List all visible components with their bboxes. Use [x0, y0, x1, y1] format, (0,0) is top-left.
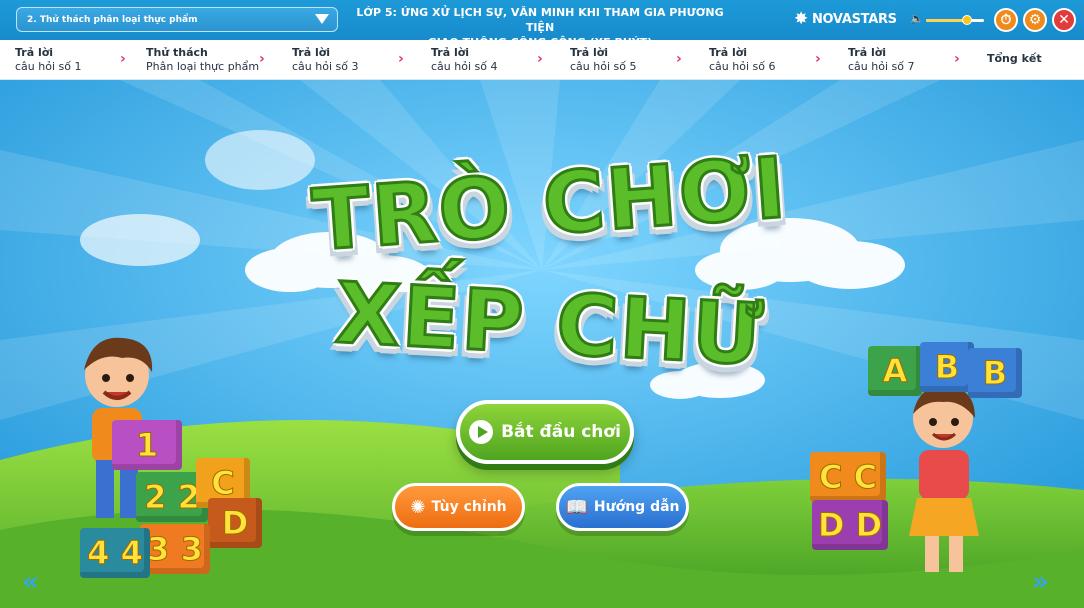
- block-letter: 3: [180, 530, 203, 569]
- step-sublabel: câu hỏi số 7: [848, 60, 915, 73]
- lesson-select-value: 2. Thử thách phân loại thực phẩm: [27, 14, 198, 25]
- chevron-right-icon: ›: [120, 51, 126, 67]
- step-sublabel: câu hỏi số 5: [570, 60, 637, 73]
- settings-button[interactable]: ⚙: [1023, 8, 1047, 32]
- chevron-right-icon: ›: [954, 51, 960, 67]
- start-game-button[interactable]: Bắt đầu chơi: [456, 400, 634, 464]
- close-icon: ✕: [1058, 12, 1070, 28]
- volume-control[interactable]: 🔈: [910, 12, 984, 28]
- block-letter: A: [882, 352, 908, 391]
- chevron-right-icon: ›: [815, 51, 821, 67]
- letter-block: D D: [812, 500, 888, 550]
- block-letter: D: [221, 504, 249, 543]
- star-icon: ✸: [794, 9, 808, 29]
- step-item-1[interactable]: Trả lời câu hỏi số 1: [15, 46, 81, 74]
- chevron-right-icon: ›: [537, 51, 543, 67]
- brand-name: NOVASTARS: [811, 12, 897, 27]
- block-letter: 4: [87, 534, 110, 573]
- lesson-select-dropdown[interactable]: 2. Thử thách phân loại thực phẩm: [16, 7, 338, 32]
- block-letter: C: [853, 458, 878, 497]
- letter-block: C C: [810, 452, 886, 502]
- chevron-right-icon: ›: [259, 51, 265, 67]
- letter-block: 1: [112, 420, 182, 470]
- steps-nav: Trả lời câu hỏi số 1 › Thử thách Phân lo…: [0, 40, 1084, 80]
- volume-fill: [926, 19, 967, 22]
- chevron-right-icon: ›: [398, 51, 404, 67]
- game-title-line1: TRÒ CHƠI: [308, 137, 792, 271]
- letter-block: B: [920, 342, 974, 392]
- gear-icon: ⚙: [1028, 12, 1042, 28]
- next-page-button[interactable]: »: [1032, 567, 1049, 597]
- guide-button[interactable]: 📖 Hướng dẫn: [556, 483, 689, 531]
- block-letter: D: [817, 506, 845, 545]
- letter-block: 4 4: [80, 528, 150, 578]
- timer-button[interactable]: ⏱: [994, 8, 1018, 32]
- step-item-4[interactable]: Trả lời câu hỏi số 4: [431, 46, 497, 74]
- block-letter: B: [934, 348, 960, 387]
- step-item-6[interactable]: Trả lời câu hỏi số 6: [709, 46, 775, 74]
- close-button[interactable]: ✕: [1052, 8, 1076, 32]
- step-label: Trả lời: [709, 46, 748, 59]
- lesson-title-line1: LỚP 5: ỨNG XỬ LỊCH SỰ, VĂN MINH KHI THAM…: [356, 6, 724, 34]
- block-letter: C: [818, 458, 843, 497]
- game-scene: TRÒ CHƠI XẾP CHỮ Bắt đầu chơi ✺ Tùy chỉn…: [0, 80, 1084, 608]
- step-item-3[interactable]: Trả lời câu hỏi số 3: [292, 46, 358, 74]
- step-label: Thử thách: [146, 46, 208, 59]
- letter-block: D: [208, 498, 262, 548]
- block-letter: 4: [120, 534, 143, 573]
- brand-logo: ✸ NOVASTARS: [794, 11, 897, 28]
- step-label: Trả lời: [570, 46, 609, 59]
- block-letter: B: [982, 354, 1008, 393]
- step-sublabel: câu hỏi số 4: [431, 60, 498, 73]
- step-item-2[interactable]: Thử thách Phân loại thực phẩm: [146, 46, 259, 74]
- chevron-right-icon: ›: [676, 51, 682, 67]
- book-icon: 📖: [565, 496, 588, 518]
- girl-illustration: [909, 385, 979, 572]
- step-item-7[interactable]: Trả lời câu hỏi số 7: [848, 46, 914, 74]
- top-bar: 2. Thử thách phân loại thực phẩm LỚP 5: …: [0, 0, 1084, 49]
- game-title-line2: XẾP CHỮ: [332, 262, 769, 385]
- block-letter: 1: [135, 426, 159, 465]
- block-letter: 2: [144, 478, 167, 517]
- step-sublabel: Phân loại thực phẩm: [146, 60, 260, 73]
- customize-button[interactable]: ✺ Tùy chỉnh: [392, 483, 525, 531]
- step-label: Trả lời: [431, 46, 470, 59]
- play-icon: [469, 420, 494, 444]
- block-letter: C: [211, 464, 236, 503]
- double-chevron-left-icon: «: [22, 567, 39, 597]
- guide-label: Hướng dẫn: [593, 499, 680, 515]
- step-sublabel: câu hỏi số 6: [709, 60, 776, 73]
- double-chevron-right-icon: »: [1032, 567, 1049, 597]
- stopwatch-icon: ⏱: [1000, 12, 1012, 28]
- step-label: Trả lời: [15, 46, 54, 59]
- step-sublabel: câu hỏi số 3: [292, 60, 359, 73]
- step-item-5[interactable]: Trả lời câu hỏi số 5: [570, 46, 636, 74]
- start-game-label: Bắt đầu chơi: [501, 422, 621, 442]
- block-letter: 3: [147, 530, 170, 569]
- speaker-icon[interactable]: 🔈: [910, 12, 924, 25]
- block-letter: D: [855, 506, 883, 545]
- game-title: TRÒ CHƠI XẾP CHỮ: [300, 135, 800, 405]
- customize-label: Tùy chỉnh: [431, 499, 507, 515]
- sun-gear-icon: ✺: [410, 496, 426, 518]
- step-label: Trả lời: [292, 46, 331, 59]
- chevron-down-icon: [315, 14, 329, 24]
- step-item-summary[interactable]: Tổng kết: [987, 52, 1042, 66]
- step-label: Tổng kết: [987, 52, 1042, 65]
- letter-block: A: [868, 346, 922, 396]
- letter-block: 3 3: [140, 524, 210, 574]
- step-sublabel: câu hỏi số 1: [15, 60, 82, 73]
- previous-page-button[interactable]: «: [22, 567, 39, 597]
- letter-block: B: [968, 348, 1022, 398]
- volume-slider-handle[interactable]: [961, 15, 972, 25]
- step-label: Trả lời: [848, 46, 887, 59]
